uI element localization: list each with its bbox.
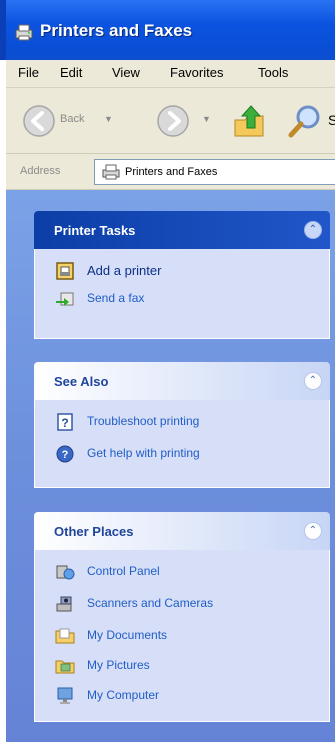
menu-edit[interactable]: Edit — [60, 65, 82, 80]
printer-tasks-header[interactable]: Printer Tasks ⌃ — [34, 211, 330, 249]
my-computer-label: My Computer — [87, 688, 160, 702]
control-panel-label: Control Panel — [87, 564, 160, 578]
control-panel-link[interactable]: Control Panel — [55, 560, 315, 584]
other-places-header[interactable]: Other Places ⌃ — [34, 512, 330, 550]
printer-fax-icon — [102, 164, 120, 180]
troubleshoot-printing-label: Troubleshoot printing — [87, 414, 200, 428]
see-also-title: See Also — [54, 374, 109, 389]
computer-icon — [57, 687, 73, 704]
printer-tasks-title: Printer Tasks — [54, 223, 136, 238]
menu-tools[interactable]: Tools — [258, 65, 288, 80]
my-pictures-link[interactable]: My Pictures — [55, 654, 315, 678]
search-label[interactable]: S — [328, 112, 335, 128]
folder-icon — [55, 628, 75, 644]
other-places-box: Other Places ⌃ Control Panel Scanners an… — [34, 512, 330, 722]
address-value: Printers and Faxes — [125, 166, 218, 178]
help-book-icon: ? — [57, 413, 73, 431]
menu-bar: File Edit View Favorites Tools — [6, 60, 335, 88]
forward-dropdown-icon[interactable]: ▼ — [202, 114, 211, 124]
toolbar: Back ▼ ▼ S — [6, 88, 335, 154]
scanner-camera-icon — [56, 596, 72, 612]
window-title: Printers and Faxes — [40, 21, 193, 40]
printer-tasks-body: Add a printer Send a fax — [34, 249, 330, 339]
see-also-box: See Also ⌃ ? Troubleshoot printing ? Get… — [34, 362, 330, 488]
menu-view[interactable]: View — [112, 65, 140, 80]
add-printer-icon — [56, 262, 74, 280]
get-help-printing-link[interactable]: ? Get help with printing — [55, 442, 315, 466]
my-documents-link[interactable]: My Documents — [55, 624, 315, 648]
send-fax-icon — [56, 292, 74, 306]
address-label: Address — [20, 165, 61, 177]
address-bar: Address Printers and Faxes — [6, 154, 335, 190]
search-icon[interactable] — [286, 102, 326, 140]
address-field[interactable]: Printers and Faxes — [94, 159, 335, 185]
see-also-body: ? Troubleshoot printing ? Get help with … — [34, 400, 330, 488]
scanners-cameras-label: Scanners and Cameras — [87, 596, 214, 610]
send-fax-link[interactable]: Send a fax — [55, 287, 315, 311]
collapse-icon[interactable]: ⌃ — [304, 221, 322, 239]
help-globe-icon: ? — [56, 445, 74, 463]
scanners-cameras-link[interactable]: Scanners and Cameras — [55, 592, 315, 616]
get-help-printing-label: Get help with printing — [87, 446, 200, 460]
menu-file[interactable]: File — [18, 65, 39, 80]
back-dropdown-icon[interactable]: ▼ — [104, 114, 113, 124]
task-pane: Printer Tasks ⌃ Add a printer Send a fax — [6, 190, 335, 742]
back-arrow-icon[interactable] — [22, 104, 56, 138]
printer-fax-icon — [15, 24, 33, 41]
forward-arrow-icon[interactable] — [156, 104, 190, 138]
title-bar[interactable]: Printers and Faxes — [0, 0, 335, 60]
svg-text:?: ? — [61, 416, 68, 430]
add-printer-link[interactable]: Add a printer — [55, 259, 315, 283]
up-folder-icon[interactable] — [231, 102, 267, 140]
my-computer-link[interactable]: My Computer — [55, 684, 315, 708]
other-places-title: Other Places — [54, 524, 134, 539]
svg-text:?: ? — [62, 449, 69, 461]
menu-favorites[interactable]: Favorites — [170, 65, 223, 80]
my-documents-label: My Documents — [87, 628, 168, 642]
collapse-icon[interactable]: ⌃ — [304, 522, 322, 540]
see-also-header[interactable]: See Also ⌃ — [34, 362, 330, 400]
collapse-icon[interactable]: ⌃ — [304, 372, 322, 390]
add-printer-label: Add a printer — [87, 263, 162, 278]
control-panel-icon — [56, 565, 75, 580]
back-label[interactable]: Back — [60, 113, 84, 125]
printer-tasks-box: Printer Tasks ⌃ Add a printer Send a fax — [34, 211, 330, 339]
other-places-body: Control Panel Scanners and Cameras My Do… — [34, 550, 330, 722]
pictures-folder-icon — [55, 660, 75, 674]
troubleshoot-printing-link[interactable]: ? Troubleshoot printing — [55, 410, 315, 434]
my-pictures-label: My Pictures — [87, 658, 150, 672]
send-fax-label: Send a fax — [87, 291, 145, 305]
